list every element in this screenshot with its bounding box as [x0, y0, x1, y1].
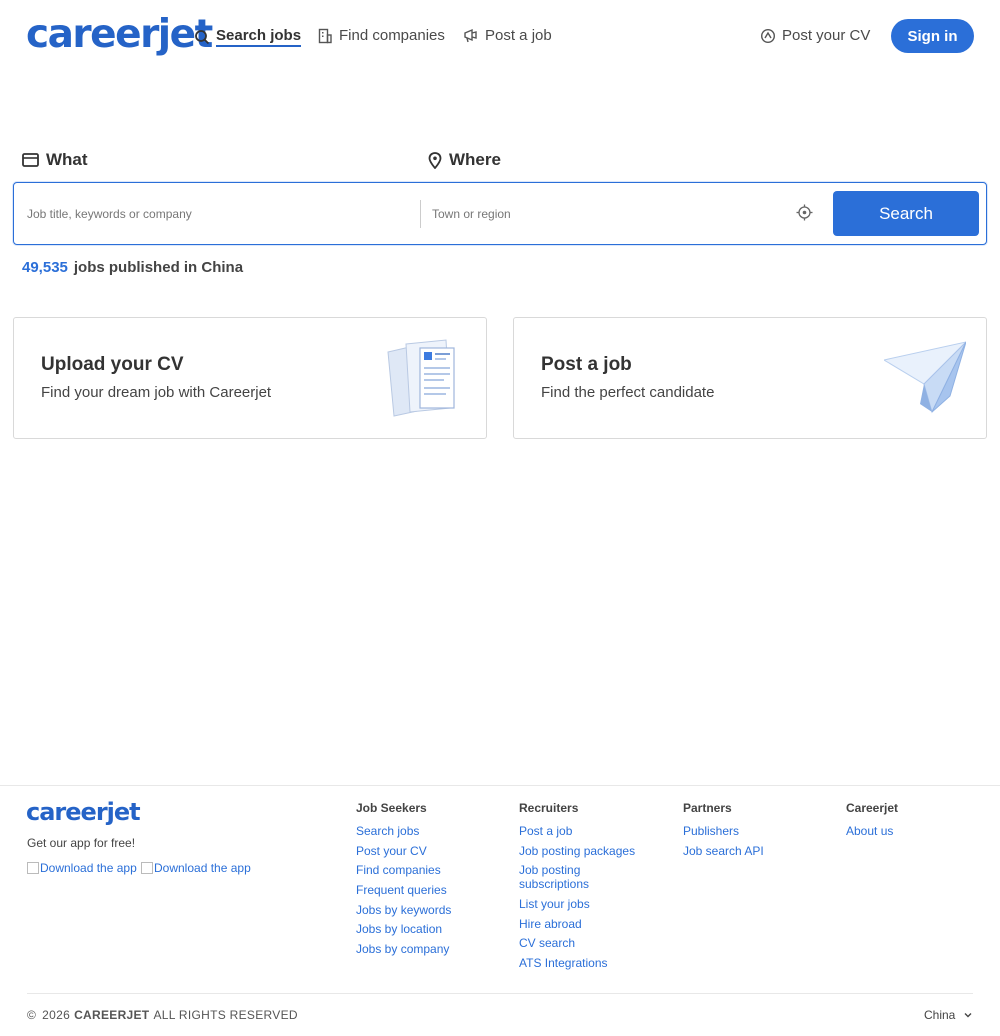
footer-link[interactable]: Find companies [356, 863, 451, 877]
nav-find-companies[interactable]: Find companies [317, 27, 445, 44]
post-job-card[interactable]: Post a job Find the perfect candidate [513, 317, 987, 439]
chevron-down-icon [964, 1013, 972, 1018]
copyright-icon: © [27, 1008, 37, 1022]
nav-search-jobs[interactable]: Search jobs [194, 27, 302, 47]
copyright-year: 2026 [42, 1008, 71, 1022]
post-job-title: Post a job [541, 354, 632, 375]
broken-image-icon [27, 862, 39, 874]
copyright-brand: CAREERJET [74, 1008, 150, 1022]
nav-post-job-label: Post a job [485, 27, 552, 44]
nav-find-companies-label: Find companies [339, 27, 445, 44]
copyright-rest: ALL RIGHTS RESERVED [153, 1008, 298, 1022]
where-label-group: Where [428, 150, 501, 170]
paper-plane-illustration [884, 341, 966, 414]
broken-image-icon [141, 862, 153, 874]
footer-link[interactable]: Post a job [519, 824, 649, 838]
footer-heading: Recruiters [519, 801, 579, 815]
footer-link[interactable]: Job posting subscriptions [519, 863, 649, 891]
footer-link[interactable]: List your jobs [519, 897, 649, 911]
play-store-badge-alt: Download the app [154, 861, 251, 875]
upload-cv-icon [760, 28, 776, 43]
footer-col-partners: Partners Publishers Job search API [683, 801, 764, 863]
footer-col-recruiters: Recruiters Post a job Job posting packag… [519, 801, 649, 976]
nav-search-jobs-label: Search jobs [216, 27, 302, 47]
building-icon [318, 28, 332, 43]
footer-link[interactable]: Jobs by company [356, 942, 451, 956]
footer-link[interactable]: Publishers [683, 824, 764, 838]
sign-in-button[interactable]: Sign in [891, 19, 974, 53]
footer-link[interactable]: Job posting packages [519, 844, 649, 858]
app-store-badge[interactable]: Download the app [27, 861, 137, 875]
where-input[interactable] [432, 201, 792, 227]
copyright: © 2026 CAREERJET ALL RIGHTS RESERVED [27, 1008, 298, 1022]
footer-heading: Careerjet [846, 801, 899, 815]
footer-link[interactable]: Jobs by keywords [356, 903, 451, 917]
footer-logo[interactable]: careerjet [26, 798, 141, 826]
footer-link[interactable]: Job search API [683, 844, 764, 858]
footer-link[interactable]: ATS Integrations [519, 956, 649, 970]
what-input[interactable] [27, 201, 407, 227]
search-divider [420, 200, 421, 228]
upload-cv-subtitle: Find your dream job with Careerjet [41, 384, 272, 401]
search-button[interactable]: Search [833, 191, 979, 236]
megaphone-icon [464, 28, 477, 42]
site-footer: careerjet Get our app for free! Download… [0, 785, 1000, 1036]
cv-documents-illustration [387, 339, 455, 417]
where-label: Where [449, 150, 501, 169]
map-pin-icon [428, 151, 442, 169]
search-form: Search [13, 182, 987, 245]
nav-post-cv[interactable]: Post your CV [760, 27, 870, 44]
what-label: What [46, 150, 88, 169]
app-promo-text: Get our app for free! [27, 836, 136, 850]
play-store-badge[interactable]: Download the app [141, 861, 251, 875]
footer-link[interactable]: Jobs by location [356, 922, 451, 936]
briefcase-icon [22, 153, 39, 167]
what-label-group: What [22, 150, 88, 170]
post-job-subtitle: Find the perfect candidate [541, 384, 715, 401]
footer-link[interactable]: Post your CV [356, 844, 451, 858]
footer-link[interactable]: Frequent queries [356, 883, 451, 897]
footer-heading: Job Seekers [356, 801, 427, 815]
footer-link[interactable]: Hire abroad [519, 917, 649, 931]
footer-link[interactable]: About us [846, 824, 898, 838]
nav-post-cv-label: Post your CV [782, 27, 871, 44]
footer-link[interactable]: CV search [519, 936, 649, 950]
job-count-text: jobs published in China [73, 259, 244, 276]
upload-cv-title: Upload your CV [41, 354, 184, 375]
app-store-badge-alt: Download the app [40, 861, 137, 875]
nav-post-job[interactable]: Post a job [463, 27, 552, 44]
upload-cv-card[interactable]: Upload your CV Find your dream job with … [13, 317, 487, 439]
job-count-number[interactable]: 49,535 [22, 259, 68, 276]
footer-link[interactable]: Search jobs [356, 824, 451, 838]
country-label: China [924, 1008, 956, 1022]
site-header: careerjet Search jobs Find companies Pos… [0, 0, 1000, 74]
locate-me-icon[interactable] [796, 204, 813, 221]
footer-col-careerjet: Careerjet About us [846, 801, 898, 844]
careerjet-logo[interactable]: careerjet [26, 14, 213, 56]
job-count: 49,535 jobs published in China [22, 259, 243, 276]
footer-col-job-seekers: Job Seekers Search jobs Post your CV Fin… [356, 801, 451, 962]
country-selector[interactable]: China [924, 1008, 973, 1022]
search-icon [195, 30, 210, 45]
footer-divider [27, 993, 973, 994]
footer-heading: Partners [683, 801, 732, 815]
